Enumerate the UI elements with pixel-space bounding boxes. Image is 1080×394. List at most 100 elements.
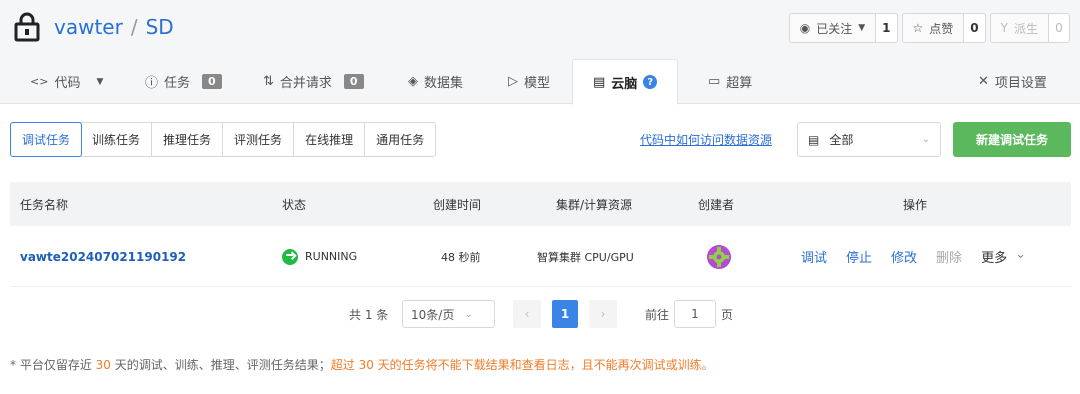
- segment-debug[interactable]: 调试任务: [10, 122, 83, 157]
- cluster-filter-select[interactable]: ▤ 全部 ⌄: [797, 122, 941, 157]
- repo-tabs: <> 代码 ▼ ⓘ 任务 0 ⇅ 合并请求 0 ◈ 数据集 ▷ 模型 ▤ 云脑 …: [0, 59, 1080, 105]
- running-icon: [282, 248, 298, 265]
- page-size-value: 10条/页: [411, 307, 455, 322]
- column-resource: 集群/计算资源: [556, 197, 633, 212]
- fork-button[interactable]: Y 派生 0: [989, 13, 1070, 43]
- more-dropdown[interactable]: 更多 ⌄: [981, 247, 1026, 266]
- created-time: 48 秒前: [441, 250, 481, 264]
- delete-button[interactable]: 删除: [936, 247, 962, 266]
- tab-datasets[interactable]: ◈ 数据集: [408, 59, 463, 104]
- tab-cloudbrain[interactable]: ▤ 云脑 ?: [572, 59, 679, 105]
- task-type-tabs: 调试任务 训练任务 推理任务 评测任务 在线推理 通用任务: [10, 122, 437, 157]
- tab-pull-requests-label: 合并请求: [279, 76, 332, 91]
- tab-supercomputing-label: 超算: [726, 76, 753, 91]
- fork-label: 派生: [1013, 21, 1038, 36]
- notice-part-1: * 平台仅留存近: [10, 358, 96, 372]
- chevron-down-icon: ⌄: [921, 134, 930, 145]
- notice-warning: 超过 30 天的任务将不能下载结果和查看日志，且不能再次调试或训练。: [330, 358, 714, 372]
- code-icon: <>: [30, 75, 49, 88]
- watch-button[interactable]: ◉ 已关注 ▼ 1: [788, 13, 898, 43]
- repo-title: vawter / SD: [14, 12, 174, 42]
- column-creator: 创建者: [698, 197, 735, 212]
- debug-button[interactable]: 调试: [801, 247, 827, 266]
- row-actions: 调试 停止 修改 删除 更多 ⌄: [801, 226, 1026, 287]
- total-count: 共 1 条: [349, 307, 389, 322]
- fork-icon: Y: [1000, 21, 1008, 35]
- tab-issues-count: 0: [202, 74, 222, 89]
- repo-name-link[interactable]: SD: [146, 15, 174, 39]
- tab-pull-requests-count: 0: [343, 74, 364, 89]
- star-count[interactable]: 0: [964, 14, 984, 42]
- prev-page-button[interactable]: ‹: [513, 300, 541, 328]
- tab-models[interactable]: ▷ 模型: [508, 59, 550, 104]
- repo-owner-link[interactable]: vawter: [54, 15, 123, 39]
- table-row: vawte20240702119019​2 RUNNING 48 秒前 智算集群…: [10, 226, 1071, 287]
- column-name: 任务名称: [20, 197, 69, 212]
- supercomputer-icon: ▭: [708, 74, 721, 89]
- page-suffix: 页: [721, 307, 734, 322]
- repo-actions: ◉ 已关注 ▼ 1 ☆ 点赞 0 Y 派生 0: [788, 13, 1070, 43]
- tab-settings-label: 项目设置: [994, 76, 1047, 91]
- repo-header: vawter / SD ◉ 已关注 ▼ 1 ☆ 点赞 0 Y 派生 0 <> 代…: [0, 0, 1080, 105]
- pagination: 共 1 条 10条/页 ⌄ ‹ 1 › 前往 1 页: [0, 300, 1080, 328]
- next-page-button[interactable]: ›: [589, 300, 617, 328]
- chevron-right-icon: ›: [600, 307, 606, 321]
- issue-icon: ⓘ: [145, 76, 159, 91]
- tab-supercomputing[interactable]: ▭ 超算: [708, 59, 752, 104]
- segment-evaluate[interactable]: 评测任务: [223, 123, 295, 156]
- new-debug-task-button[interactable]: 新建调试任务: [953, 122, 1071, 157]
- segment-online-inference[interactable]: 在线推理: [294, 123, 366, 156]
- data-access-help-link[interactable]: 代码中如何访问数据资源: [640, 131, 772, 148]
- page-size-select[interactable]: 10条/页 ⌄: [402, 300, 495, 328]
- tab-code[interactable]: <> 代码 ▼: [30, 59, 103, 104]
- tab-cloudbrain-label: 云脑: [611, 76, 638, 92]
- tab-datasets-label: 数据集: [424, 76, 464, 91]
- settings-icon: ✕: [978, 74, 989, 89]
- dataset-icon: ◈: [408, 74, 418, 89]
- fork-count[interactable]: 0: [1049, 14, 1069, 42]
- stop-button[interactable]: 停止: [846, 247, 872, 266]
- eye-icon: ◉: [799, 21, 811, 35]
- chevron-left-icon: ‹: [524, 307, 530, 321]
- page-1-button[interactable]: 1: [552, 300, 578, 328]
- status-text: RUNNING: [305, 250, 358, 263]
- tab-settings[interactable]: ✕ 项目设置: [978, 59, 1047, 104]
- segment-inference[interactable]: 推理任务: [152, 123, 224, 156]
- notice-part-2: 天的调试、训练、推理、评测任务结果；: [110, 358, 331, 372]
- watch-label: 已关注: [816, 21, 853, 36]
- table-header: 任务名称 状态 创建时间 集群/计算资源 创建者 操作: [10, 182, 1071, 226]
- goto-page-input[interactable]: 1: [674, 300, 716, 328]
- retention-notice: * 平台仅留存近 30 天的调试、训练、推理、评测任务结果；超过 30 天的任务…: [10, 356, 714, 373]
- server-icon: ▤: [808, 132, 820, 147]
- cluster-filter-value: 全部: [829, 133, 854, 147]
- star-icon: ☆: [912, 21, 924, 35]
- chevron-down-icon: ▼: [96, 76, 104, 87]
- more-label: 更多: [981, 251, 1008, 266]
- segment-train[interactable]: 训练任务: [81, 123, 153, 156]
- tab-code-label: 代码: [54, 76, 81, 91]
- column-status: 状态: [282, 197, 307, 212]
- tab-pull-requests[interactable]: ⇅ 合并请求 0: [263, 59, 364, 104]
- tab-issues-label: 任务: [164, 76, 191, 91]
- lock-icon: [14, 12, 40, 42]
- segment-general[interactable]: 通用任务: [365, 123, 435, 156]
- resource-text: 智算集群 CPU/GPU: [537, 250, 634, 264]
- tab-issues[interactable]: ⓘ 任务 0: [145, 59, 222, 104]
- goto-label: 前往: [645, 307, 670, 322]
- status-badge: RUNNING: [282, 226, 357, 287]
- star-button[interactable]: ☆ 点赞 0: [901, 13, 986, 43]
- chevron-down-icon: ⌄: [464, 308, 473, 320]
- avatar[interactable]: [707, 244, 731, 269]
- edit-button[interactable]: 修改: [891, 247, 917, 266]
- star-label: 点赞: [929, 21, 954, 36]
- chevron-down-icon: ▼: [858, 23, 866, 33]
- notice-days: 30: [95, 358, 111, 372]
- chevron-down-icon: ⌄: [1015, 247, 1026, 262]
- pull-request-icon: ⇅: [263, 74, 274, 89]
- cloudbrain-icon: ▤: [593, 74, 606, 90]
- task-name-link[interactable]: vawte20240702119019​2: [20, 250, 186, 264]
- column-actions: 操作: [903, 197, 928, 212]
- repo-separator: /: [130, 15, 138, 39]
- help-icon[interactable]: ?: [643, 75, 658, 89]
- watch-count[interactable]: 1: [876, 14, 896, 42]
